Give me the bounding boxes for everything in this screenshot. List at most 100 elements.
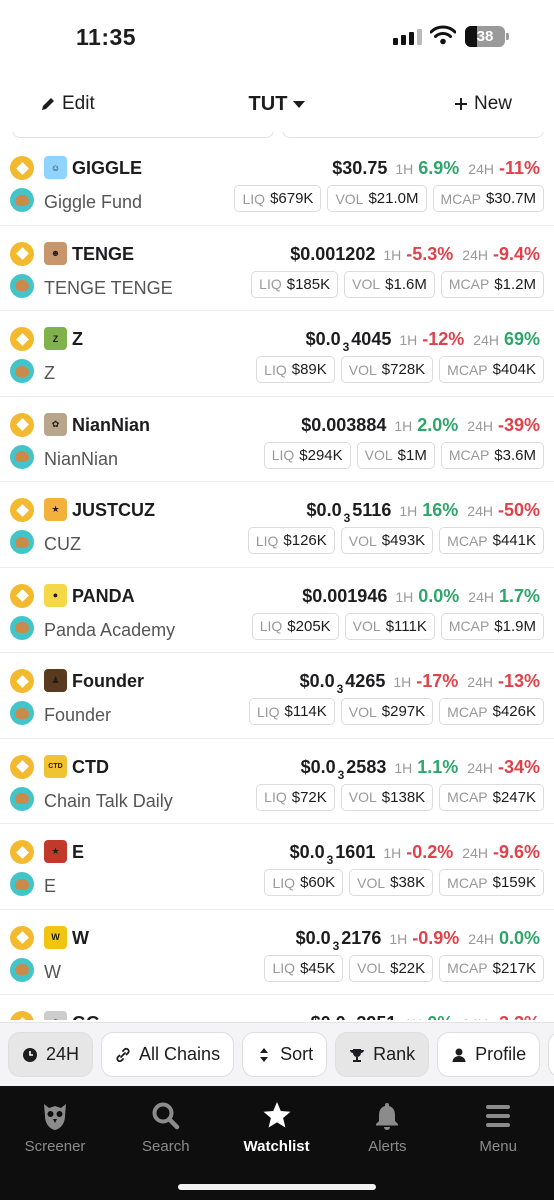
- tab-menu[interactable]: Menu: [443, 1100, 553, 1160]
- token-row[interactable]: Z Z Z $0.0 3 4045 1H -12% 24H 69% LIQ $89K VOL $728K M…: [0, 311, 554, 397]
- token-stats: LIQ $89K VOL $728K MCAP $404K: [256, 356, 544, 383]
- liquidity-stat-label: LIQ: [272, 874, 296, 891]
- label-1h: 1H: [394, 759, 413, 776]
- tab-search[interactable]: Search: [111, 1100, 221, 1160]
- filter-bar: 24H All Chains Sort Rank Profile Bo: [0, 1022, 554, 1086]
- token-row[interactable]: ✿ NianNian NianNian $0.003884 1H 2.0% 24H -39% L…: [0, 397, 554, 482]
- market-cap-stat: MCAP $1.9M: [440, 612, 544, 640]
- bnb-chain-icon: [10, 498, 34, 522]
- change-1h: -5.3%: [406, 243, 454, 264]
- tab-alerts[interactable]: Alerts: [332, 1100, 442, 1160]
- liquidity-stat: LIQ $89K: [256, 356, 335, 383]
- volume-stat-value: $297K: [381, 703, 426, 720]
- price-tail: 2583: [346, 756, 387, 777]
- price-line: $0.0 3 2176 1H -0.9% 24H 0.0%: [296, 926, 540, 953]
- battery-icon: 38: [465, 26, 509, 47]
- label-24h: 24H: [467, 503, 493, 519]
- token-logo-icon: ✿: [44, 412, 67, 436]
- volume-stat-value: $111K: [385, 617, 427, 635]
- filter-chip-profile[interactable]: Profile: [437, 1032, 541, 1077]
- tab-screener[interactable]: Screener: [0, 1100, 110, 1160]
- price-main: $30.75: [332, 158, 388, 178]
- token-symbol: Z: [72, 329, 83, 349]
- label-1h: 1H: [395, 161, 414, 177]
- liquidity-stat: LIQ $679K: [234, 185, 322, 212]
- market-cap-stat-value: $426K: [492, 703, 536, 720]
- menu-icon: [486, 1105, 511, 1127]
- market-cap-stat: MCAP $217K: [439, 954, 544, 982]
- filter-chip-all-chains[interactable]: All Chains: [101, 1032, 235, 1077]
- price-zero-count: 3: [326, 853, 334, 867]
- liquidity-stat: LIQ $45K: [264, 954, 344, 982]
- filter-chip-label: Sort: [280, 1044, 314, 1064]
- token-row[interactable]: GGG$0.0339511H0%24H-3.3%: [0, 995, 554, 1020]
- pancakeswap-icon: [10, 957, 34, 982]
- watchlist-title: TUT: [248, 93, 288, 115]
- change-1h: -17%: [416, 671, 459, 691]
- filter-chip-24h[interactable]: 24H: [8, 1032, 94, 1077]
- token-price: $0.001946: [302, 584, 387, 608]
- volume-stat-label: VOL: [357, 960, 386, 976]
- price-tail: 4045: [351, 329, 392, 349]
- bnb-chain-icon: [10, 925, 34, 950]
- change-1h: 1.1%: [417, 756, 459, 777]
- volume-stat-value: $1.6M: [385, 275, 427, 293]
- price-main: $0.0: [306, 500, 342, 520]
- change-1h: 0.0%: [418, 585, 460, 606]
- owl-icon: [44, 1104, 66, 1130]
- market-cap-stat: MCAP $404K: [439, 356, 544, 383]
- liquidity-stat-label: LIQ: [259, 618, 283, 634]
- token-row[interactable]: ☺ GIGGLE Giggle Fund $30.75 1H 6.9% 24H -11% LIQ…: [0, 140, 554, 226]
- sort-icon: [260, 1047, 269, 1062]
- market-cap-stat-value: $441K: [492, 532, 536, 549]
- pancakeswap-icon: [10, 786, 34, 811]
- token-name: Giggle Fund: [44, 192, 143, 212]
- volume-stat-value: $38K: [390, 874, 426, 891]
- price-main: $0.003884: [301, 414, 387, 435]
- pancakeswap-icon: [10, 872, 34, 896]
- price-tail: 1601: [335, 842, 376, 862]
- market-cap-stat-label: MCAP: [448, 447, 490, 463]
- price-line: $0.0 3 4265 1H -17% 24H -13%: [300, 669, 540, 696]
- liquidity-stat-value: $72K: [291, 788, 327, 806]
- label-1h: 1H: [389, 930, 408, 947]
- token-row[interactable]: ★ E E $0.0 3 1601 1H -0.2% 24H -9.6% LIQ $60K VOL $38…: [0, 824, 554, 910]
- filter-chip-sort[interactable]: Sort: [242, 1032, 328, 1077]
- pancakeswap-icon: [10, 188, 34, 212]
- token-row[interactable]: CTD CTD Chain Talk Daily $0.0 3 2583 1H 1.1% 24H…: [0, 739, 554, 824]
- volume-stat: VOL $138K: [340, 783, 434, 811]
- new-watchlist-button[interactable]: New: [454, 93, 512, 115]
- signal-icon: [393, 29, 422, 45]
- change-24h: 69%: [503, 329, 540, 349]
- volume-stat-value: $493K: [381, 532, 426, 549]
- token-row[interactable]: ♟ Founder Founder $0.0 3 4265 1H -17% 24H -13% LIQ…: [0, 653, 554, 739]
- liquidity-stat: LIQ $185K: [251, 270, 339, 298]
- liquidity-stat-value: $45K: [300, 959, 336, 977]
- link-icon: [116, 1047, 130, 1062]
- bnb-chain-icon: [10, 669, 34, 693]
- price-tail: 3951: [356, 1013, 396, 1020]
- token-symbol: E: [72, 842, 85, 862]
- liquidity-stat-value: $114K: [284, 703, 327, 720]
- tab-watchlist[interactable]: Watchlist: [222, 1100, 332, 1160]
- status-bar: 11:35 38: [0, 0, 554, 80]
- token-row[interactable]: W W W $0.0 3 2176 1H -0.9% 24H 0.0% LIQ $45K VOL $22K…: [0, 910, 554, 995]
- token-symbol: W: [72, 927, 89, 948]
- token-row[interactable]: ● PANDA Panda Academy $0.001946 1H 0.0% 24H 1.7…: [0, 568, 554, 653]
- filter-chip-rank[interactable]: Rank: [335, 1032, 430, 1077]
- status-time: 11:35: [76, 24, 137, 50]
- change-1h: -0.2%: [406, 842, 454, 862]
- price-line: $0.001202 1H -5.3% 24H -9.4%: [290, 242, 540, 267]
- token-row[interactable]: ☻ TENGE TENGE TENGE $0.001202 1H -5.3% 24H -9.4…: [0, 226, 554, 311]
- token-row[interactable]: ★ JUSTCUZ CUZ $0.0 3 5116 1H 16% 24H -50% LIQ $126K…: [0, 482, 554, 568]
- token-symbol: Founder: [72, 671, 144, 691]
- volume-stat: VOL $493K: [340, 527, 434, 554]
- label-24h: 24H: [468, 588, 494, 605]
- filter-chip-label: 24H: [46, 1044, 80, 1064]
- filter-chip-bo[interactable]: Bo: [548, 1032, 554, 1077]
- market-cap-stat-value: $30.7M: [485, 190, 536, 207]
- pancakeswap-icon: [10, 444, 34, 469]
- change-1h: 2.0%: [417, 414, 459, 435]
- liquidity-stat-value: $126K: [283, 532, 327, 549]
- price-line: $0.001946 1H 0.0% 24H 1.7%: [302, 584, 540, 609]
